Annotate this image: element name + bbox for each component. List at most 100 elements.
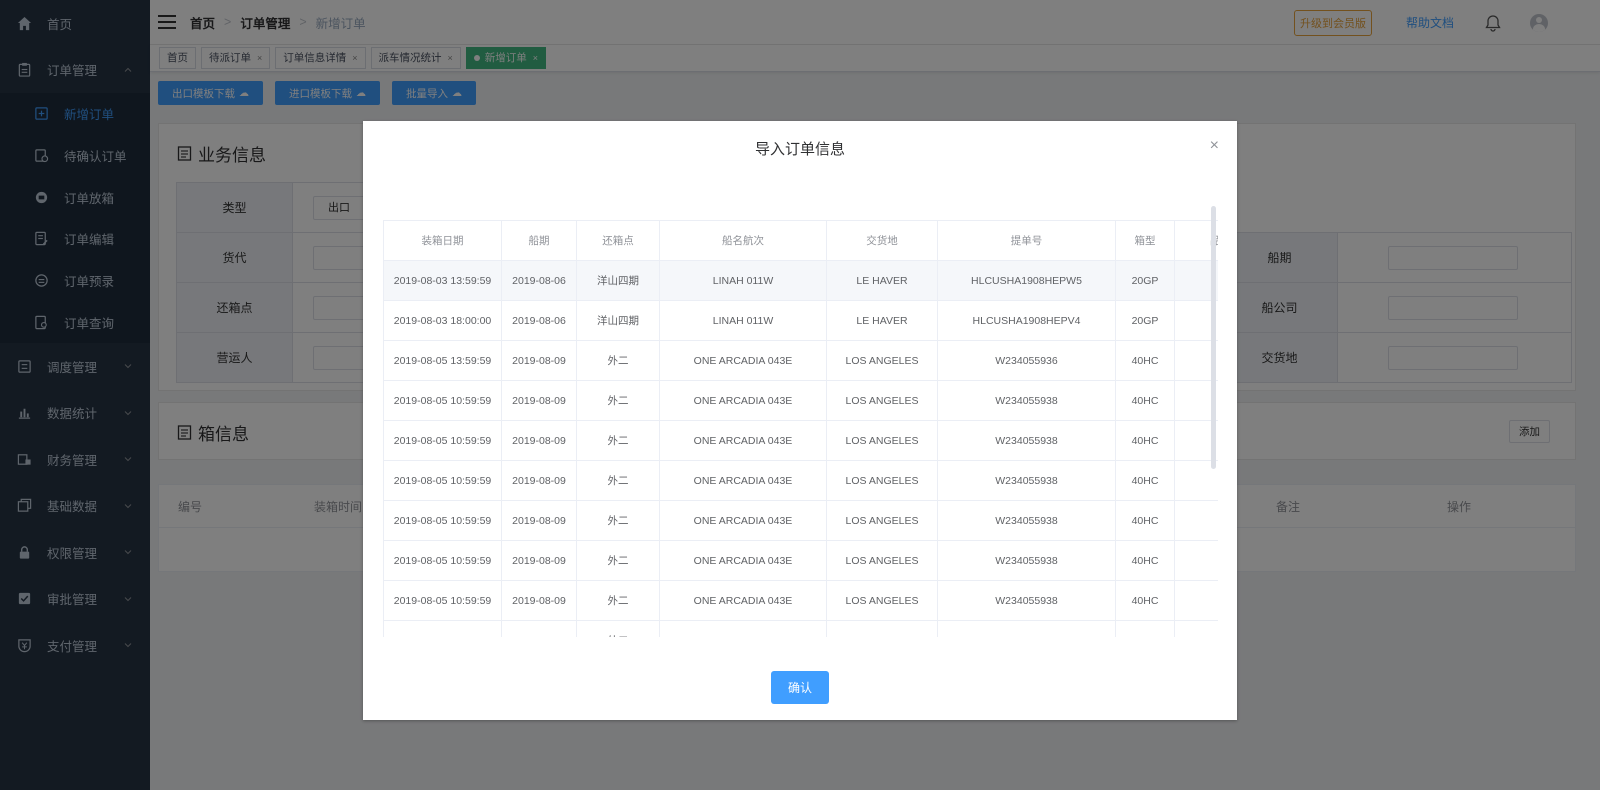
table-row[interactable]: 2019-08-05 10:59:592019-08-09外二ONE ARCAD… [383,460,1218,501]
table-row[interactable]: 2019-08-05 10:59:592019-08-09外二ONE ARCAD… [383,500,1218,541]
column-header: 还箱点 [576,220,660,261]
table-cell: 外二 [576,540,660,581]
table-cell: 外二 [576,340,660,381]
table-cell: 20GP [1115,300,1175,341]
column-header: 装箱日期 [383,220,502,261]
table-cell: 外二 [576,380,660,421]
table-cell: W234055938 [937,460,1116,501]
table-cell: HLCUSHA1908HEPV4 [937,300,1116,341]
table-row[interactable]: 2019-08-05 10:59:592019-08-09外二ONE ARCAD… [383,620,1218,637]
table-cell: LOS ANGELES [826,460,938,501]
table-cell: 外二 [576,580,660,621]
import-order-dialog: 导入订单信息 × 装箱日期 船期 还箱点 船名航次 交货地 提单号 箱型 品 2… [363,121,1237,720]
table-cell: 洋山四期 [576,300,660,341]
table-cell: LOS ANGELES [826,380,938,421]
column-header: 船期 [501,220,577,261]
table-cell: ONE ARCADIA 043E [659,420,827,461]
table-cell: 2019-08-09 [501,540,577,581]
table-cell: 外二 [576,420,660,461]
table-cell: LOS ANGELES [826,620,938,637]
table-cell: LOS ANGELES [826,580,938,621]
table-cell: 2019-08-06 [501,300,577,341]
table-cell: 2019-08-05 10:59:59 [383,460,502,501]
table-cell: 外二 [576,460,660,501]
table-cell: 2019-08-05 10:59:59 [383,540,502,581]
table-cell: 2019-08-09 [501,500,577,541]
table-row[interactable]: 2019-08-05 10:59:592019-08-09外二ONE ARCAD… [383,380,1218,421]
table-cell: 洋山四期 [576,260,660,301]
table-cell: W234055938 [937,580,1116,621]
table-cell: ONE ARCADIA 043E [659,340,827,381]
table-cell: 20GP [1115,260,1175,301]
table-cell: 2019-08-05 10:59:59 [383,420,502,461]
table-cell [1174,580,1218,621]
table-cell: 2019-08-05 10:59:59 [383,380,502,421]
table-cell: 2019-08-05 13:59:59 [383,340,502,381]
table-cell: 2019-08-05 10:59:59 [383,500,502,541]
table-cell: 2019-08-09 [501,620,577,637]
confirm-button[interactable]: 确认 [771,671,829,704]
table-cell [1174,620,1218,637]
table-cell: W234055938 [937,380,1116,421]
table-cell: W234055938 [937,500,1116,541]
table-cell: 2019-08-03 13:59:59 [383,260,502,301]
import-table: 装箱日期 船期 还箱点 船名航次 交货地 提单号 箱型 品 2019-08-03… [383,220,1218,637]
column-header: 提单号 [937,220,1116,261]
table-cell: 40HC [1115,460,1175,501]
table-header-row: 装箱日期 船期 还箱点 船名航次 交货地 提单号 箱型 品 [383,220,1218,261]
table-cell: W234055938 [937,420,1116,461]
table-cell [1174,500,1218,541]
table-cell: 2019-08-09 [501,340,577,381]
table-row[interactable]: 2019-08-03 18:00:00 2019-08-06 洋山四期 LINAH 0… [383,300,1218,341]
table-cell: ONE ARCADIA 043E [659,460,827,501]
table-cell: 40HC [1115,500,1175,541]
column-header: 船名航次 [659,220,827,261]
table-cell: 2019-08-03 18:00:00 [383,300,502,341]
table-cell: W234055936 [937,340,1116,381]
table-cell: W234055938 [937,540,1116,581]
table-cell: LOS ANGELES [826,340,938,381]
table-cell: 40HC [1115,380,1175,421]
import-table-body: 2019-08-03 13:59:59 2019-08-06 洋山四期 LINAH 0… [383,260,1218,637]
table-row[interactable]: 2019-08-05 10:59:592019-08-09外二ONE ARCAD… [383,420,1218,461]
table-row[interactable]: 2019-08-05 13:59:59 2019-08-09 外二 ONE ARCAD… [383,340,1218,381]
import-table-wrapper[interactable]: 装箱日期 船期 还箱点 船名航次 交货地 提单号 箱型 品 2019-08-03… [383,220,1218,637]
table-scrollbar[interactable] [1211,206,1216,469]
table-cell: LOS ANGELES [826,500,938,541]
table-cell: ONE ARCADIA 043E [659,580,827,621]
table-cell: LE HAVER [826,260,938,301]
table-row[interactable]: 2019-08-03 13:59:59 2019-08-06 洋山四期 LINAH 0… [383,260,1218,301]
table-cell: 2019-08-09 [501,420,577,461]
dialog-title: 导入订单信息 [754,141,845,158]
table-cell: 40HC [1115,340,1175,381]
table-cell: HLCUSHA1908HEPW5 [937,260,1116,301]
table-cell: W234055938 [937,620,1116,637]
table-cell: ONE ARCADIA 043E [659,540,827,581]
table-cell: LINAH 011W [659,300,827,341]
table-cell: 40HC [1115,420,1175,461]
table-cell: 2019-08-09 [501,580,577,621]
table-row[interactable]: 2019-08-05 10:59:592019-08-09外二ONE ARCAD… [383,540,1218,581]
table-cell [1174,540,1218,581]
close-icon[interactable]: × [1210,137,1219,155]
table-cell: LOS ANGELES [826,540,938,581]
table-cell: LOS ANGELES [826,420,938,461]
table-cell: LINAH 011W [659,260,827,301]
column-header: 交货地 [826,220,938,261]
table-cell: 2019-08-05 10:59:59 [383,580,502,621]
table-cell: 外二 [576,500,660,541]
table-cell: 2019-08-06 [501,260,577,301]
table-cell: 2019-08-09 [501,460,577,501]
table-cell: 外二 [576,620,660,637]
table-cell: ONE ARCADIA 043E [659,620,827,637]
table-cell: ONE ARCADIA 043E [659,380,827,421]
table-cell: ONE ARCADIA 043E [659,500,827,541]
table-cell: 2019-08-05 10:59:59 [383,620,502,637]
table-cell: 40HC [1115,580,1175,621]
table-cell: LE HAVER [826,300,938,341]
table-row[interactable]: 2019-08-05 10:59:592019-08-09外二ONE ARCAD… [383,580,1218,621]
table-cell: 2019-08-09 [501,380,577,421]
column-header: 箱型 [1115,220,1175,261]
table-cell: 40HC [1115,540,1175,581]
table-cell: 40HC [1115,620,1175,637]
